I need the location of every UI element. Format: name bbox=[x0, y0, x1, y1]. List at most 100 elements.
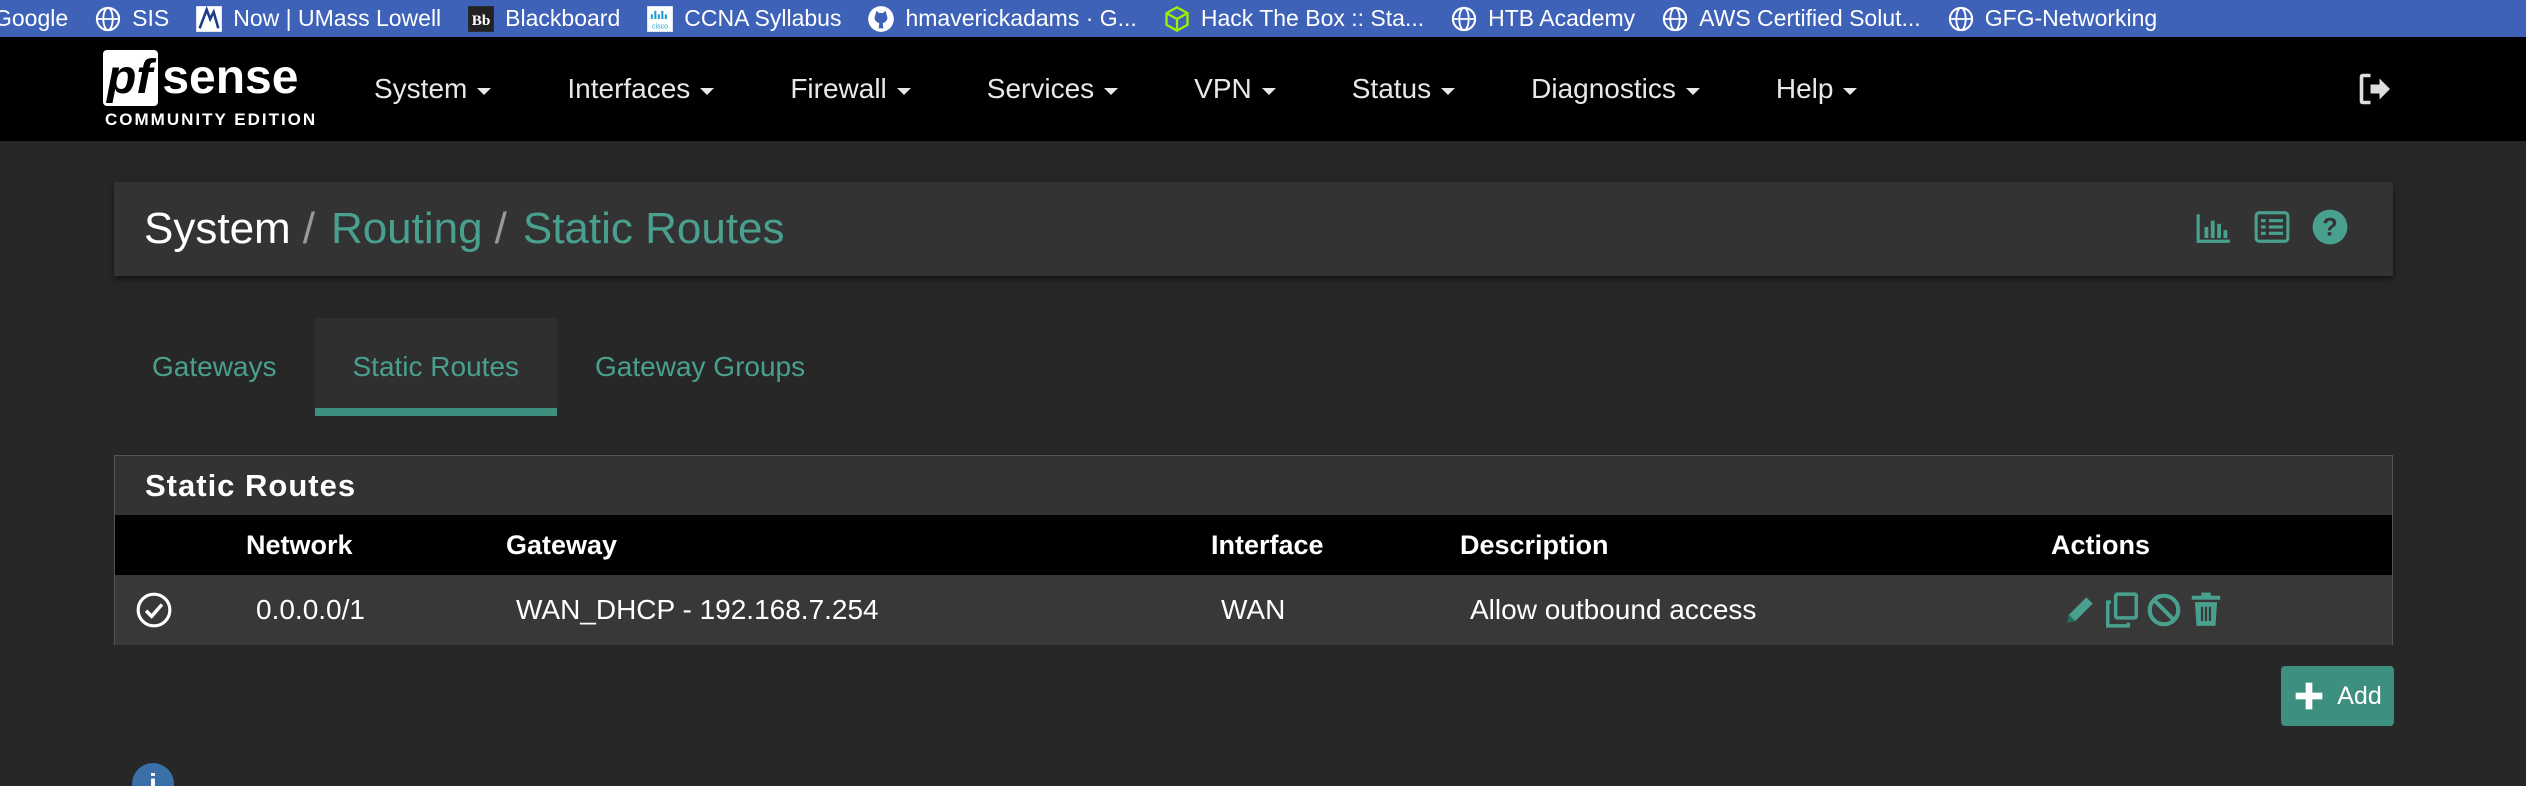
tab-gateway-groups[interactable]: Gateway Groups bbox=[557, 318, 843, 416]
breadcrumb-shortcuts: ? bbox=[2175, 208, 2349, 246]
routing-tabs: Gateways Static Routes Gateway Groups bbox=[114, 318, 843, 416]
menu-system[interactable]: System bbox=[374, 73, 492, 105]
menu-vpn[interactable]: VPN bbox=[1194, 73, 1276, 105]
cell-interface: WAN bbox=[1221, 594, 1286, 625]
bookmarks-bar: Google SIS Now | UMass Lowell Bb Blackbo… bbox=[0, 0, 2526, 37]
breadcrumb-system: System bbox=[144, 204, 291, 253]
breadcrumb-routing[interactable]: Routing bbox=[331, 204, 483, 254]
column-network[interactable]: Network bbox=[246, 515, 353, 575]
add-route-button[interactable]: Add bbox=[2281, 666, 2394, 726]
globe-icon bbox=[96, 6, 121, 31]
help-icon[interactable]: ? bbox=[2311, 208, 2349, 246]
table-header: Network Gateway Interface Description Ac… bbox=[115, 515, 2392, 575]
bookmark-label: Hack The Box :: Sta... bbox=[1200, 5, 1425, 31]
breadcrumb: System / Routing / Static Routes ? bbox=[114, 182, 2393, 276]
breadcrumb-separator: / bbox=[302, 204, 315, 253]
svg-text:Bb: Bb bbox=[472, 11, 491, 28]
caret-down-icon bbox=[1685, 87, 1700, 95]
bookmark-ccna[interactable]: cisco CCNA Syllabus bbox=[646, 5, 841, 33]
caret-down-icon bbox=[700, 87, 715, 95]
caret-down-icon bbox=[1843, 87, 1858, 95]
menu-interfaces[interactable]: Interfaces bbox=[567, 73, 715, 105]
static-routes-panel: Static Routes Network Gateway Interface … bbox=[114, 455, 2393, 645]
trash-icon[interactable] bbox=[2187, 590, 2225, 630]
caret-down-icon bbox=[1441, 87, 1456, 95]
logo-edition: COMMUNITY EDITION bbox=[105, 110, 318, 129]
row-actions bbox=[2061, 590, 2229, 630]
caret-down-icon bbox=[477, 87, 492, 95]
bookmark-blackboard[interactable]: Bb Blackboard bbox=[467, 5, 620, 33]
htb-cube-icon bbox=[1165, 5, 1189, 32]
globe-icon bbox=[1948, 6, 1973, 31]
blackboard-icon: Bb bbox=[468, 5, 495, 32]
bookmark-label: HTB Academy bbox=[1488, 5, 1636, 31]
disable-ban-icon[interactable] bbox=[2145, 590, 2183, 630]
menu-label: Status bbox=[1351, 73, 1432, 104]
globe-icon bbox=[1451, 6, 1477, 31]
menu-label: Interfaces bbox=[567, 73, 691, 104]
bookmark-label: AWS Certified Solut... bbox=[1699, 5, 1921, 31]
copy-icon[interactable] bbox=[2103, 590, 2141, 630]
logo-pf: pf bbox=[103, 50, 159, 106]
svg-text:cisco: cisco bbox=[652, 23, 668, 30]
bookmark-label: Google bbox=[0, 5, 69, 31]
top-navbar: pf sense COMMUNITY EDITION System Interfa… bbox=[0, 37, 2526, 141]
cell-gateway: WAN_DHCP - 192.168.7.254 bbox=[516, 594, 879, 625]
logout-icon[interactable] bbox=[2356, 71, 2394, 107]
menu-diagnostics[interactable]: Diagnostics bbox=[1531, 73, 1700, 105]
column-actions: Actions bbox=[2051, 530, 2151, 560]
bookmark-label: SIS bbox=[132, 5, 170, 31]
svg-text:?: ? bbox=[2322, 214, 2337, 242]
menu-label: Firewall bbox=[790, 73, 887, 104]
tab-label: Static Routes bbox=[352, 351, 520, 382]
tab-static-routes[interactable]: Static Routes bbox=[314, 318, 558, 416]
bookmark-htb[interactable]: Hack The Box :: Sta... bbox=[1163, 5, 1424, 33]
caret-down-icon bbox=[1261, 87, 1276, 95]
table-row[interactable]: 0.0.0.0/1 WAN_DHCP - 192.168.7.254 WAN A… bbox=[115, 575, 2392, 645]
tab-gateways[interactable]: Gateways bbox=[114, 318, 315, 416]
cell-description: Allow outbound access bbox=[1470, 594, 1757, 625]
breadcrumb-static-routes[interactable]: Static Routes bbox=[523, 204, 785, 254]
bar-chart-icon[interactable] bbox=[2195, 208, 2233, 246]
bookmark-label: hmaverickadams · G... bbox=[905, 5, 1137, 31]
bookmark-umass[interactable]: Now | UMass Lowell bbox=[195, 5, 441, 33]
bookmark-github[interactable]: hmaverickadams · G... bbox=[867, 5, 1137, 33]
menu-status[interactable]: Status bbox=[1351, 73, 1456, 105]
add-button-label: Add bbox=[2337, 681, 2382, 710]
bookmark-htb-academy[interactable]: HTB Academy bbox=[1450, 5, 1635, 33]
cisco-icon: cisco bbox=[647, 5, 674, 32]
menu-firewall[interactable]: Firewall bbox=[790, 73, 911, 105]
info-icon[interactable]: i bbox=[132, 763, 174, 786]
panel-title: Static Routes bbox=[145, 467, 357, 503]
pfsense-logo[interactable]: pf sense COMMUNITY EDITION bbox=[103, 50, 315, 132]
column-gateway[interactable]: Gateway bbox=[506, 515, 617, 575]
menu-label: Services bbox=[986, 73, 1095, 104]
logo-sense: sense bbox=[162, 51, 299, 104]
check-circle-icon bbox=[136, 592, 172, 628]
menu-label: Diagnostics bbox=[1531, 73, 1676, 104]
bookmark-aws[interactable]: AWS Certified Solut... bbox=[1661, 5, 1921, 33]
cell-network: 0.0.0.0/1 bbox=[256, 594, 365, 625]
menu-services[interactable]: Services bbox=[986, 73, 1119, 105]
column-interface[interactable]: Interface bbox=[1211, 515, 1324, 575]
plus-icon bbox=[2295, 682, 2323, 710]
github-icon bbox=[868, 5, 895, 32]
bookmark-sis[interactable]: SIS bbox=[94, 5, 169, 33]
breadcrumb-separator: / bbox=[494, 204, 507, 253]
bookmark-google[interactable]: Google bbox=[0, 5, 68, 32]
logo-wordmark: pf sense bbox=[103, 50, 298, 106]
list-icon[interactable] bbox=[2253, 208, 2291, 246]
caret-down-icon bbox=[1104, 87, 1119, 95]
bookmark-label: GFG-Networking bbox=[1984, 5, 2158, 31]
tab-label: Gateway Groups bbox=[595, 351, 806, 382]
menu-help[interactable]: Help bbox=[1776, 73, 1858, 105]
globe-icon bbox=[1662, 6, 1688, 31]
bookmark-gfg[interactable]: GFG-Networking bbox=[1947, 5, 2158, 33]
menu-label: VPN bbox=[1194, 73, 1252, 104]
bookmark-label: CCNA Syllabus bbox=[684, 5, 842, 31]
menu-label: Help bbox=[1775, 73, 1834, 104]
column-description[interactable]: Description bbox=[1460, 515, 1609, 575]
menu-label: System bbox=[374, 73, 468, 104]
pencil-icon[interactable] bbox=[2061, 590, 2099, 630]
tab-label: Gateways bbox=[152, 351, 277, 382]
